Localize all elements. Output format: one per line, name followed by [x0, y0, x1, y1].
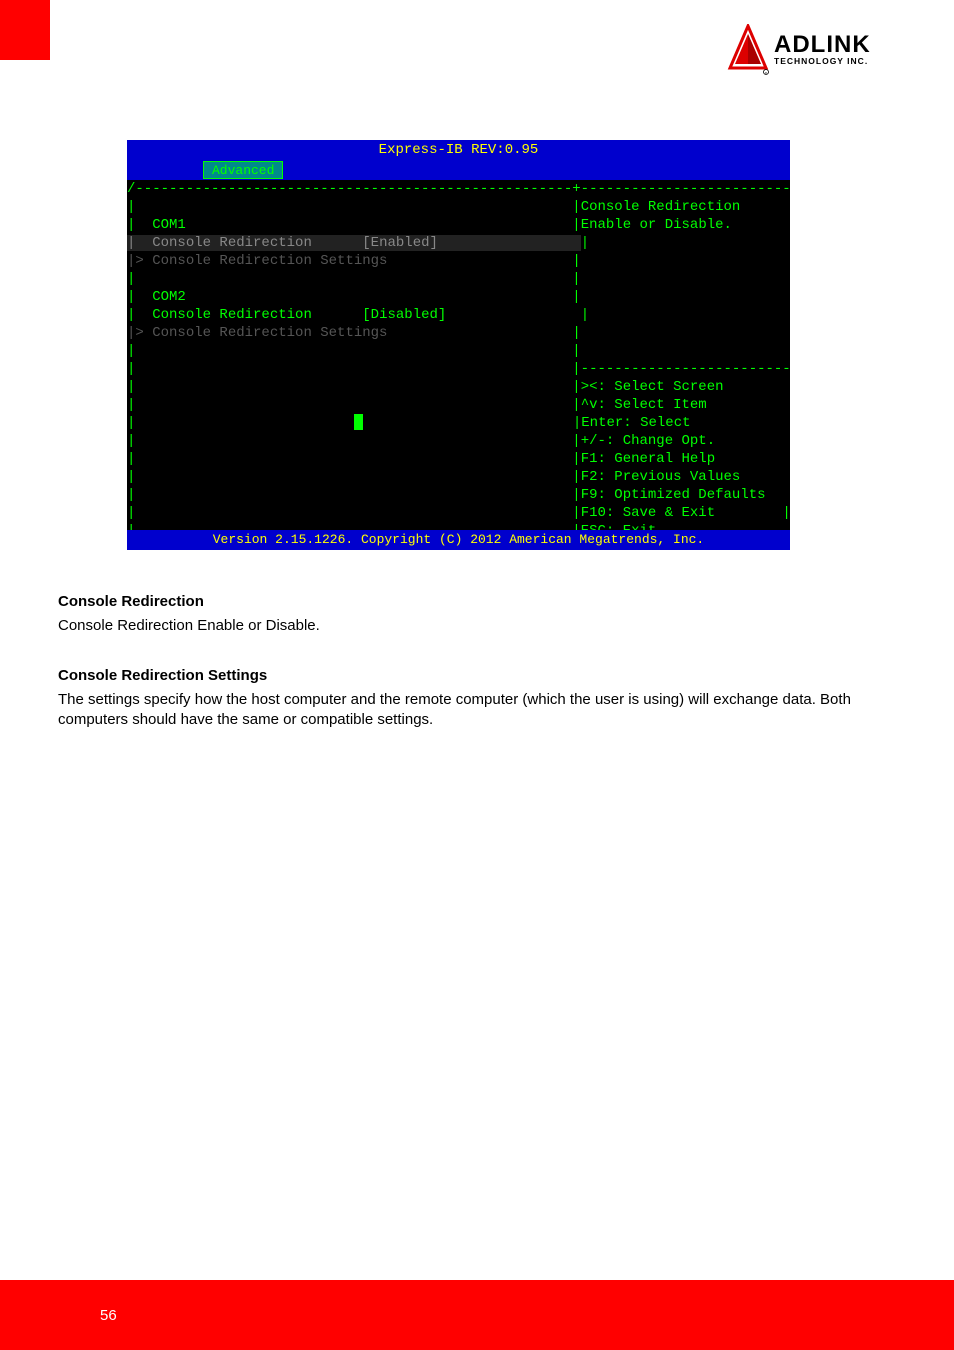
- logo-main-text: ADLINK: [774, 34, 871, 56]
- bios-key-8: F10: Save & Exit: [581, 505, 715, 521]
- bios-com1-redir-val: [Enabled]: [362, 235, 438, 251]
- bios-com2-redir-label: Console Redirection: [152, 307, 312, 323]
- bios-key-1: ><: Select Screen: [581, 379, 724, 395]
- bios-com2-redir-val: [Disabled]: [362, 307, 446, 323]
- page-number: 56: [100, 1307, 117, 1324]
- bios-key-5: F1: General Help: [581, 451, 715, 467]
- header-red-tab: [0, 0, 50, 60]
- bios-cursor: [354, 414, 363, 430]
- logo-sub-text: TECHNOLOGY INC.: [774, 56, 871, 66]
- bios-key-7: F9: Optimized Defaults: [581, 487, 766, 503]
- bios-com1-redir-label: Console Redirection: [152, 235, 312, 251]
- bios-com2-label: COM2: [152, 289, 186, 305]
- bios-footer: Version 2.15.1226. Copyright (C) 2012 Am…: [127, 530, 790, 550]
- paragraph-1: Console Redirection Enable or Disable.: [58, 616, 896, 636]
- bios-com1-settings: Console Redirection Settings: [152, 253, 387, 269]
- footer-bar: 56: [0, 1280, 954, 1350]
- bios-key-3: Enter: Select: [581, 415, 690, 431]
- bios-title: Express-IB REV:0.95: [127, 140, 790, 160]
- bios-key-6: F2: Previous Values: [581, 469, 741, 485]
- bios-key-4: +/-: Change Opt.: [581, 433, 715, 449]
- bios-help-desc: Enable or Disable.: [581, 217, 732, 233]
- adlink-triangle-icon: R: [726, 24, 770, 76]
- bios-key-2: ^v: Select Item: [581, 397, 707, 413]
- bios-com2-settings: Console Redirection Settings: [152, 325, 387, 341]
- section-heading-2: Console Redirection Settings: [58, 666, 896, 686]
- bios-tab-bar: Advanced: [127, 160, 790, 180]
- bios-key-9: ESC: Exit: [581, 523, 657, 530]
- section-heading-1: Console Redirection: [58, 592, 896, 612]
- adlink-logo: R ADLINK TECHNOLOGY INC.: [726, 20, 896, 80]
- bios-body: /---------------------------------------…: [127, 180, 790, 530]
- bios-com1-label: COM1: [152, 217, 186, 233]
- paragraph-2: The settings specify how the host comput…: [58, 690, 896, 731]
- bios-tab-advanced: Advanced: [203, 161, 283, 179]
- bios-help-title: Console Redirection: [581, 199, 741, 215]
- bios-screenshot: Express-IB REV:0.95 Advanced /----------…: [127, 140, 790, 548]
